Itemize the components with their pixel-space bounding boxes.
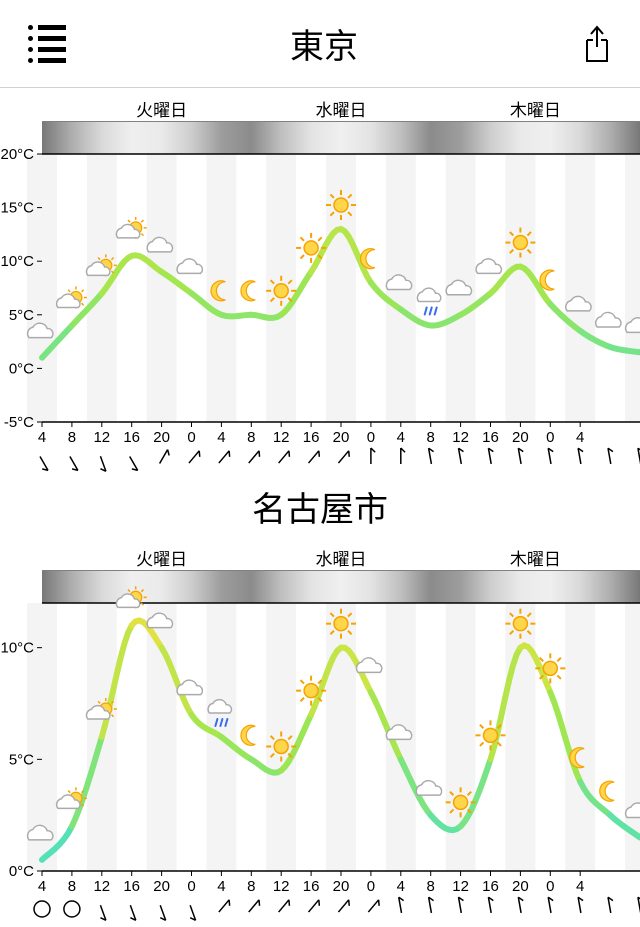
svg-text:16: 16 xyxy=(303,878,320,895)
temperature-chart-tokyo[interactable]: 火曜日 水曜日 木曜日 -5°C 0°C 5°C 10°C 15°C 20°C 4 8 12 16 20 0… xyxy=(0,88,640,478)
svg-text:16: 16 xyxy=(123,878,140,895)
svg-text:5°C: 5°C xyxy=(9,751,34,768)
svg-text:木曜日: 木曜日 xyxy=(510,550,561,569)
svg-text:4: 4 xyxy=(576,429,584,446)
svg-text:16: 16 xyxy=(482,878,499,895)
svg-text:0°C: 0°C xyxy=(9,863,34,880)
svg-text:8: 8 xyxy=(247,429,255,446)
svg-text:0: 0 xyxy=(546,878,554,895)
svg-text:16: 16 xyxy=(303,429,320,446)
svg-text:4: 4 xyxy=(397,429,405,446)
svg-text:16: 16 xyxy=(123,429,140,446)
page-title: 東京 xyxy=(290,19,358,68)
svg-text:20: 20 xyxy=(153,878,170,895)
svg-text:8: 8 xyxy=(427,429,435,446)
svg-text:20°C: 20°C xyxy=(0,146,34,163)
svg-text:16: 16 xyxy=(482,429,499,446)
svg-text:4: 4 xyxy=(217,878,225,895)
svg-text:4: 4 xyxy=(576,878,584,895)
svg-text:-5°C: -5°C xyxy=(4,414,34,431)
svg-text:12: 12 xyxy=(93,878,110,895)
svg-text:0°C: 0°C xyxy=(9,360,34,377)
svg-text:4: 4 xyxy=(217,429,225,446)
menu-icon[interactable] xyxy=(28,25,66,63)
svg-text:10°C: 10°C xyxy=(0,253,34,270)
section-title-nagoya: 名古屋市 xyxy=(0,478,640,537)
chart-tokyo: 火曜日 水曜日 木曜日 -5°C 0°C 5°C 10°C 15°C 20°C 4 8 12 16 20 0… xyxy=(0,88,640,478)
svg-text:12: 12 xyxy=(452,878,469,895)
svg-text:水曜日: 水曜日 xyxy=(316,550,367,569)
svg-text:木曜日: 木曜日 xyxy=(510,101,561,120)
svg-text:20: 20 xyxy=(333,878,350,895)
svg-text:8: 8 xyxy=(427,878,435,895)
svg-text:水曜日: 水曜日 xyxy=(316,101,367,120)
svg-text:0: 0 xyxy=(546,429,554,446)
share-icon[interactable] xyxy=(582,25,612,63)
svg-text:5°C: 5°C xyxy=(9,307,34,324)
svg-text:0: 0 xyxy=(187,429,195,446)
svg-text:4: 4 xyxy=(397,878,405,895)
svg-text:火曜日: 火曜日 xyxy=(136,550,187,569)
svg-text:火曜日: 火曜日 xyxy=(136,101,187,120)
svg-text:20: 20 xyxy=(512,878,529,895)
svg-text:0: 0 xyxy=(367,429,375,446)
temperature-chart-nagoya[interactable]: 火曜日水曜日木曜日0°C5°C10°C481216200481216200481… xyxy=(0,537,640,927)
svg-text:4: 4 xyxy=(38,878,46,895)
svg-text:8: 8 xyxy=(68,878,76,895)
svg-text:4: 4 xyxy=(38,429,46,446)
svg-text:20: 20 xyxy=(512,429,529,446)
svg-text:0: 0 xyxy=(367,878,375,895)
svg-text:12: 12 xyxy=(273,429,290,446)
app-header: 東京 xyxy=(0,0,640,88)
svg-text:0: 0 xyxy=(187,878,195,895)
svg-text:8: 8 xyxy=(247,878,255,895)
svg-text:12: 12 xyxy=(452,429,469,446)
svg-text:12: 12 xyxy=(93,429,110,446)
svg-text:10°C: 10°C xyxy=(0,640,34,657)
svg-text:20: 20 xyxy=(153,429,170,446)
chart-nagoya: 火曜日水曜日木曜日0°C5°C10°C481216200481216200481… xyxy=(0,537,640,927)
svg-text:20: 20 xyxy=(333,429,350,446)
svg-text:12: 12 xyxy=(273,878,290,895)
svg-text:15°C: 15°C xyxy=(0,200,34,217)
svg-text:8: 8 xyxy=(68,429,76,446)
